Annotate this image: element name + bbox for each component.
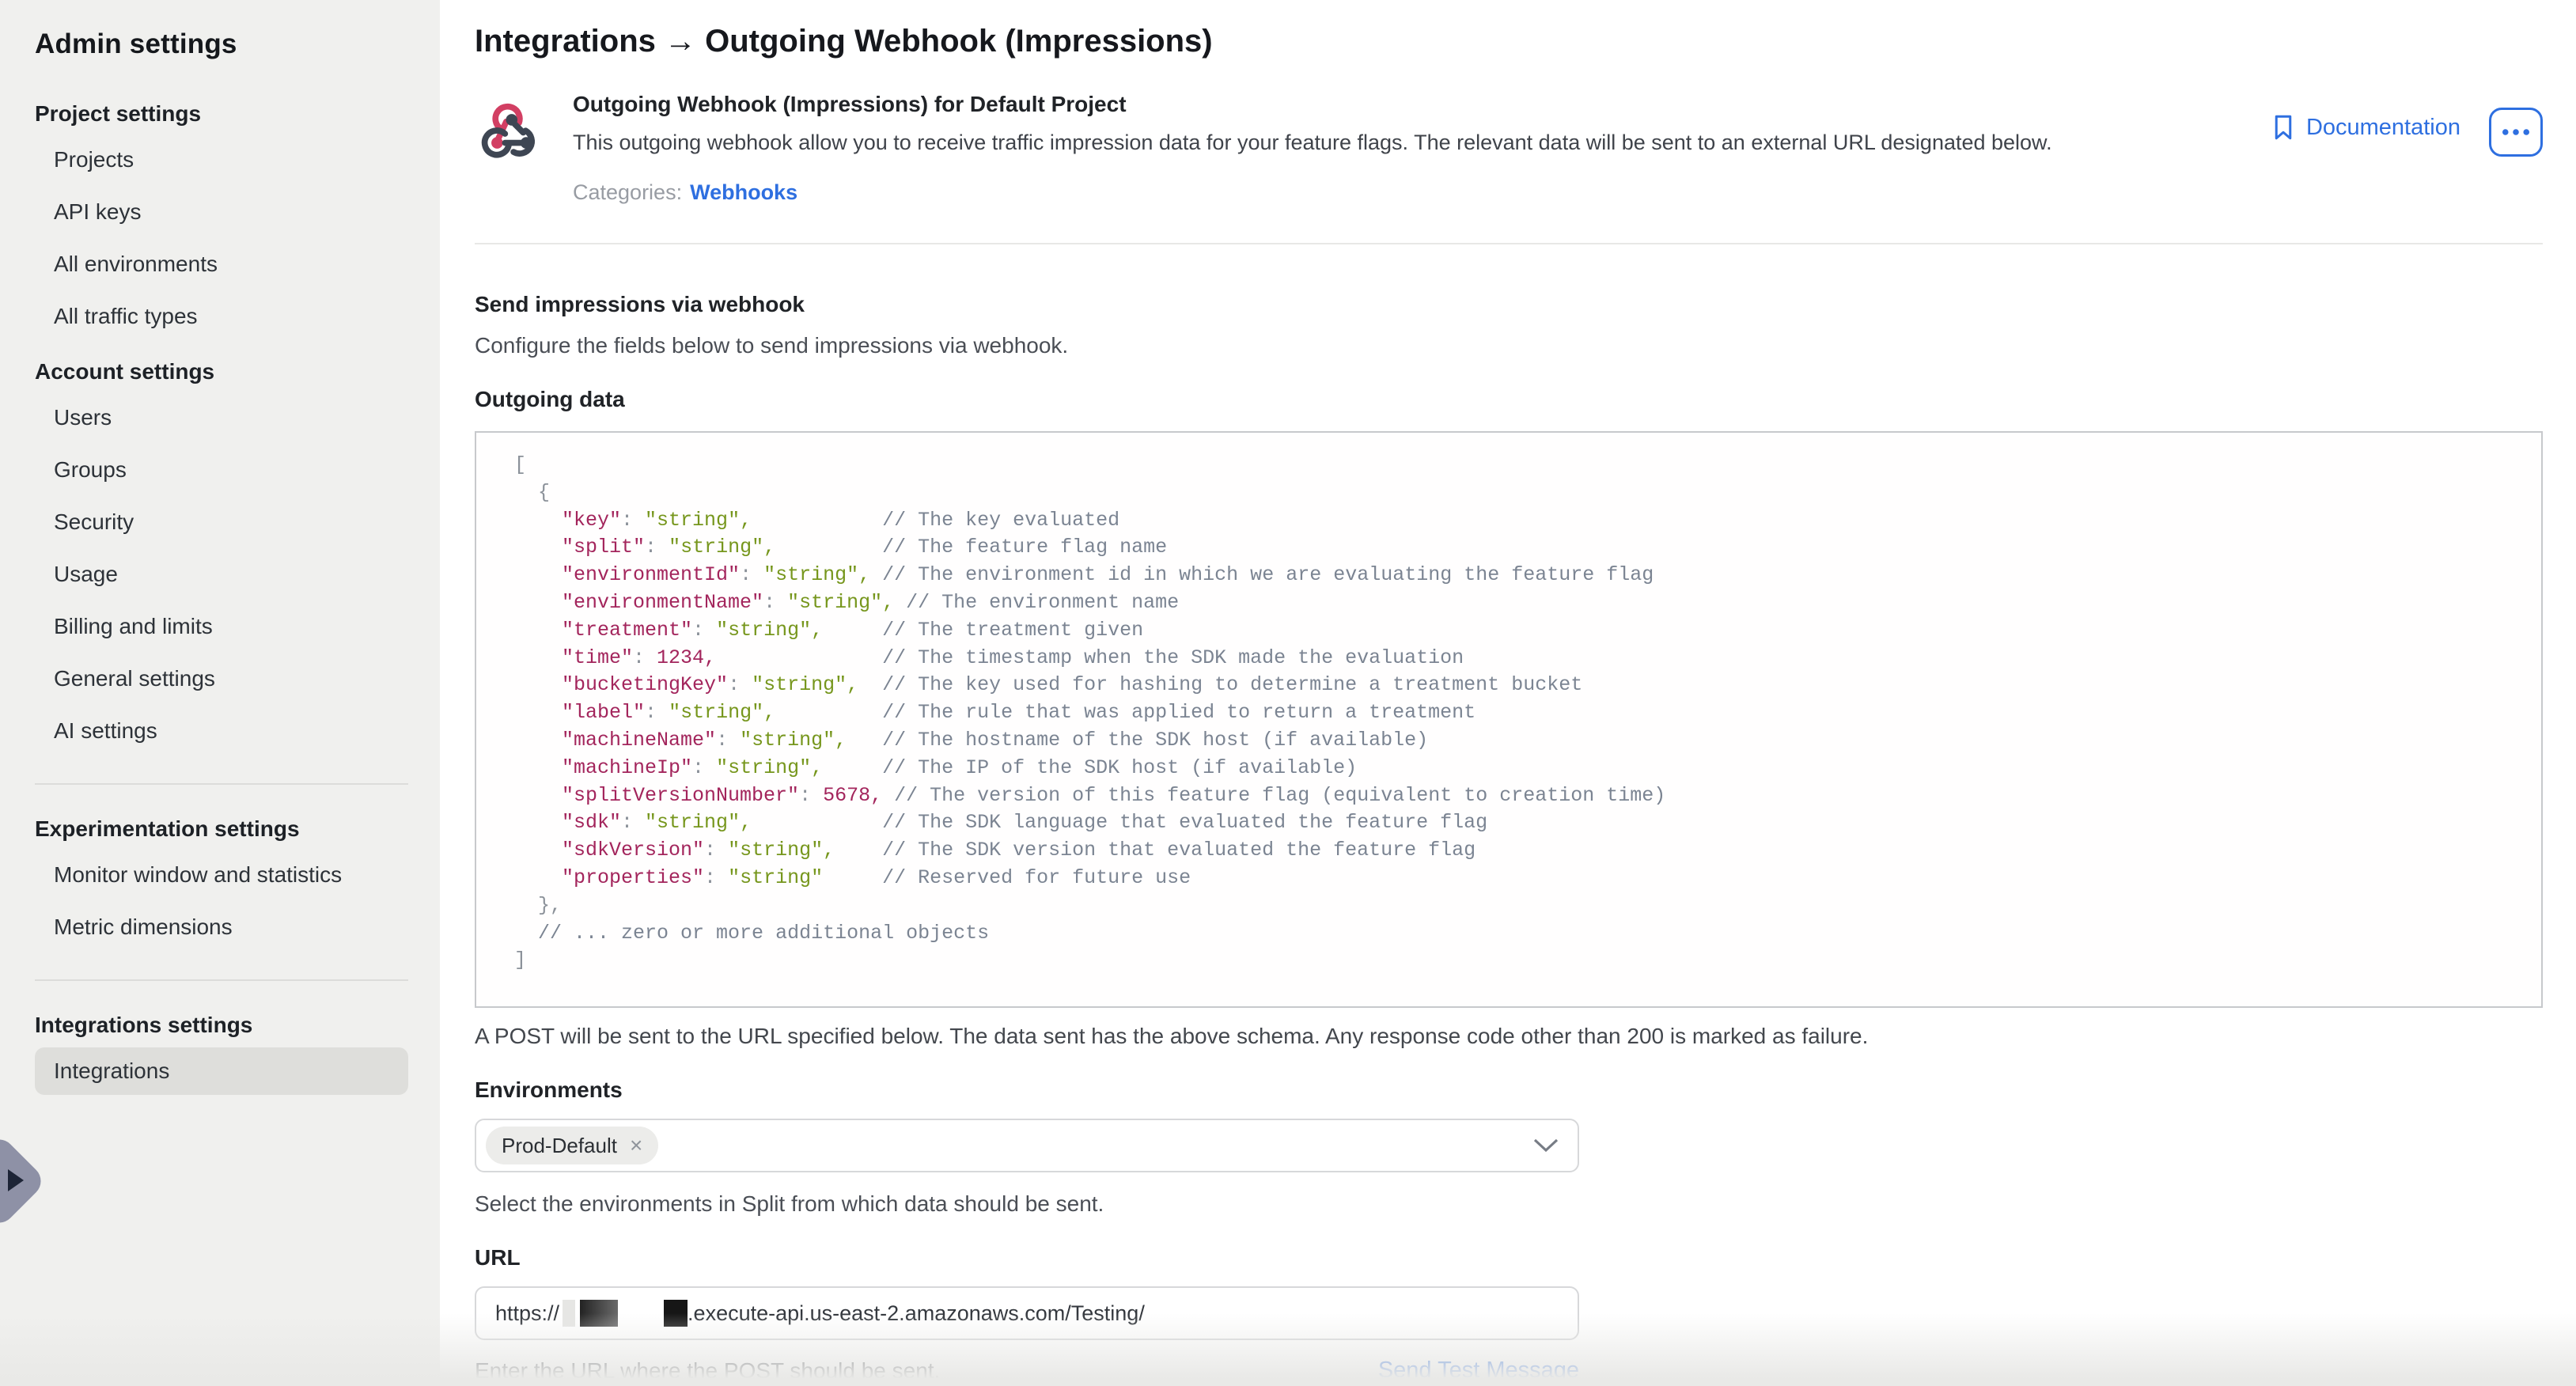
redacted-segment <box>580 1300 618 1327</box>
code-line: "split": "string", // The feature flag n… <box>514 534 2513 562</box>
sidebar-item-security[interactable]: Security <box>35 498 408 546</box>
code-line: "splitVersionNumber": 5678, // The versi… <box>514 782 2513 810</box>
code-line: "key": "string", // The key evaluated <box>514 507 2513 535</box>
admin-settings-page: Admin settings Project settings Projects… <box>0 0 2576 1386</box>
code-line: "machineName": "string", // The hostname… <box>514 727 2513 755</box>
sidebar-item-all-environments[interactable]: All environments <box>35 240 408 288</box>
code-line: "properties": "string" // Reserved for f… <box>514 865 2513 892</box>
code-line: "environmentId": "string", // The enviro… <box>514 562 2513 589</box>
sidebar-title: Admin settings <box>35 28 424 60</box>
url-value-prefix: https:// <box>495 1301 559 1326</box>
post-note: A POST will be sent to the URL specified… <box>475 1024 2543 1049</box>
documentation-link[interactable]: Documentation <box>2271 114 2460 141</box>
url-value-suffix: .execute-api.us-east-2.amazonaws.com/Tes… <box>688 1301 1145 1326</box>
documentation-label: Documentation <box>2306 115 2460 141</box>
code-line: "bucketingKey": "string", // The key use… <box>514 672 2513 699</box>
more-options-button[interactable] <box>2489 108 2543 157</box>
sidebar-section-header: Account settings <box>35 359 408 384</box>
redacted-segment <box>664 1300 688 1327</box>
sidebar-item-metric-dimensions[interactable]: Metric dimensions <box>35 903 408 951</box>
integration-title: Outgoing Webhook (Impressions) for Defau… <box>573 92 2052 117</box>
sidebar-section-project-settings: Project settings Projects API keys All e… <box>16 101 424 340</box>
webhook-icon <box>475 95 547 168</box>
page-title: Integrations → Outgoing Webhook (Impress… <box>475 22 2543 60</box>
sidebar-item-projects[interactable]: Projects <box>35 136 408 184</box>
code-line: "treatment": "string", // The treatment … <box>514 617 2513 645</box>
header-actions: Documentation <box>2271 92 2543 205</box>
url-label: URL <box>475 1245 2543 1270</box>
code-line: // ... zero or more additional objects <box>514 920 2513 948</box>
sidebar-item-monitor-window-and-statistics[interactable]: Monitor window and statistics <box>35 851 408 899</box>
sidebar-section-experimentation-settings: Experimentation settings Monitor window … <box>16 816 424 951</box>
sidebar: Admin settings Project settings Projects… <box>0 0 440 1386</box>
sidebar-divider <box>35 783 408 785</box>
outgoing-data-label: Outgoing data <box>475 387 2543 412</box>
sidebar-section-header: Project settings <box>35 101 408 127</box>
category-webhooks-link[interactable]: Webhooks <box>690 180 797 204</box>
outgoing-data-schema: [ { "key": "string", // The key evaluate… <box>475 431 2543 1008</box>
integration-description: This outgoing webhook allow you to recei… <box>573 128 2052 157</box>
url-help: Enter the URL where the POST should be s… <box>475 1358 940 1384</box>
sidebar-section-account-settings: Account settings Users Groups Security U… <box>16 359 424 755</box>
url-input[interactable]: https:// .execute-api.us-east-2.amazonaws… <box>475 1286 1579 1340</box>
code-line: "label": "string", // The rule that was … <box>514 699 2513 727</box>
sidebar-item-integrations[interactable]: Integrations <box>35 1047 408 1095</box>
chevron-down-icon <box>1533 1138 1559 1153</box>
code-line: }, <box>514 892 2513 920</box>
code-line: "sdk": "string", // The SDK language tha… <box>514 809 2513 837</box>
environment-tag-label: Prod-Default <box>502 1134 617 1158</box>
sidebar-item-usage[interactable]: Usage <box>35 551 408 598</box>
integration-header: Outgoing Webhook (Impressions) for Defau… <box>475 92 2543 205</box>
environments-label: Environments <box>475 1077 2543 1103</box>
code-line: { <box>514 479 2513 507</box>
sidebar-section-header: Experimentation settings <box>35 816 408 842</box>
sidebar-item-api-keys[interactable]: API keys <box>35 188 408 236</box>
section-divider <box>475 243 2543 244</box>
sidebar-section-header: Integrations settings <box>35 1013 408 1038</box>
code-line: ] <box>514 947 2513 975</box>
code-line: [ <box>514 452 2513 479</box>
sidebar-item-ai-settings[interactable]: AI settings <box>35 707 408 755</box>
main-content: Integrations → Outgoing Webhook (Impress… <box>440 0 2576 1386</box>
environments-select[interactable]: Prod-Default <box>475 1119 1579 1172</box>
sidebar-section-integrations-settings: Integrations settings Integrations <box>16 1013 424 1095</box>
send-test-message-link[interactable]: Send Test Message <box>1378 1358 1579 1384</box>
sidebar-item-general-settings[interactable]: General settings <box>35 655 408 702</box>
code-line: "environmentName": "string", // The envi… <box>514 589 2513 617</box>
sidebar-item-billing-and-limits[interactable]: Billing and limits <box>35 603 408 650</box>
categories-label: Categories: <box>573 180 682 204</box>
section-title: Send impressions via webhook <box>475 292 2543 317</box>
section-subtitle: Configure the fields below to send impre… <box>475 333 2543 358</box>
sidebar-divider <box>35 979 408 981</box>
remove-tag-icon[interactable] <box>630 1134 642 1157</box>
integration-categories: Categories: Webhooks <box>573 180 2052 205</box>
sidebar-item-all-traffic-types[interactable]: All traffic types <box>35 293 408 340</box>
code-line: "machineIp": "string", // The IP of the … <box>514 755 2513 782</box>
redacted-segment <box>563 1300 575 1327</box>
code-line: "sdkVersion": "string", // The SDK versi… <box>514 837 2513 865</box>
url-footer: Enter the URL where the POST should be s… <box>475 1358 1579 1384</box>
bookmark-icon <box>2271 114 2295 141</box>
environments-help: Select the environments in Split from wh… <box>475 1191 2543 1217</box>
ellipsis-icon <box>2502 129 2529 135</box>
code-line: "time": 1234, // The timestamp when the … <box>514 645 2513 672</box>
sidebar-item-groups[interactable]: Groups <box>35 446 408 494</box>
integration-info: Outgoing Webhook (Impressions) for Defau… <box>573 92 2052 205</box>
sidebar-item-users[interactable]: Users <box>35 394 408 441</box>
environment-tag: Prod-Default <box>486 1127 658 1164</box>
